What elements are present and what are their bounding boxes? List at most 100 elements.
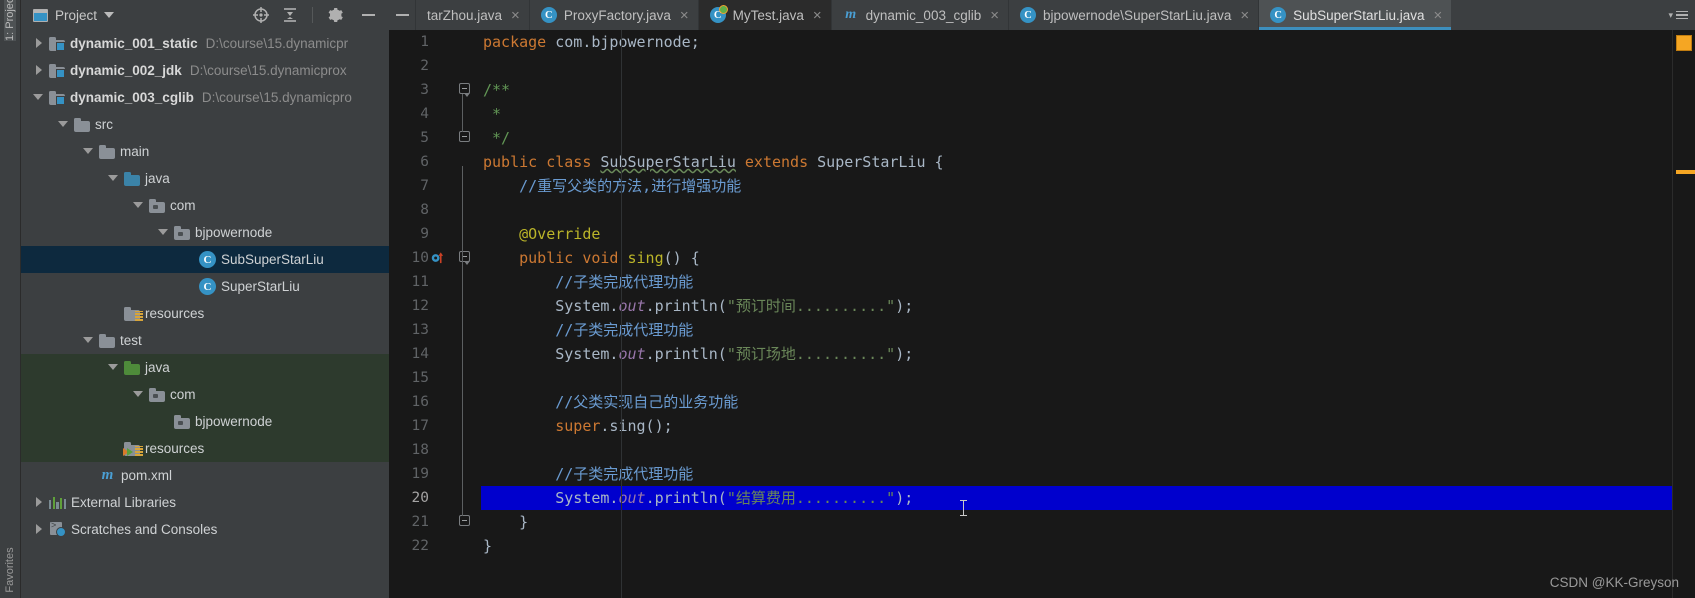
gutter-marker-area[interactable]	[431, 222, 453, 246]
code-folding-area[interactable]	[453, 30, 477, 54]
code-folding-area[interactable]	[453, 54, 477, 78]
code-line[interactable]: //父类实现自己的业务功能	[481, 390, 1672, 414]
gutter-marker-area[interactable]	[431, 30, 453, 54]
code-line[interactable]: System.out.println("结算费用..........");	[481, 486, 1672, 510]
code-folding-area[interactable]	[453, 534, 477, 558]
code-folding-area[interactable]	[453, 222, 477, 246]
gutter-line[interactable]: 21	[389, 510, 481, 534]
override-method-icon[interactable]	[431, 251, 444, 265]
code-line[interactable]: package com.bjpowernode;	[481, 30, 1672, 54]
tree-node-resources[interactable]: resources	[21, 435, 389, 462]
editor-tab-dynamic-003-cglib[interactable]: m dynamic_003_cglib ×	[830, 0, 1008, 30]
gutter-line[interactable]: 2	[389, 54, 481, 78]
tree-node-scratches-and-consoles[interactable]: Scratches and Consoles	[21, 516, 389, 543]
code-line[interactable]: System.out.println("预订时间..........");	[481, 294, 1672, 318]
code-folding-area[interactable]	[453, 486, 477, 510]
gutter-marker-area[interactable]	[431, 462, 453, 486]
editor-tab-proxyfactory-java[interactable]: C ProxyFactory.java ×	[528, 0, 698, 30]
code-line[interactable]: super.sing();	[481, 414, 1672, 438]
tree-twisty-open-icon[interactable]	[108, 172, 121, 185]
code-folding-area[interactable]	[453, 438, 477, 462]
gutter-marker-area[interactable]	[431, 534, 453, 558]
tab-list-button[interactable]: ▾	[1661, 0, 1695, 30]
gutter-marker-area[interactable]	[431, 246, 453, 270]
tree-node-java[interactable]: java	[21, 165, 389, 192]
gutter-marker-area[interactable]	[431, 342, 453, 366]
gutter-marker-area[interactable]	[431, 438, 453, 462]
project-panel-title-group[interactable]: Project	[33, 8, 252, 23]
gutter-marker-area[interactable]	[431, 414, 453, 438]
tree-node-dynamic-001-static[interactable]: dynamic_001_static D:\course\15.dynamicpr	[21, 30, 389, 57]
gutter-line[interactable]: 18	[389, 438, 481, 462]
gutter-line[interactable]: 12	[389, 294, 481, 318]
close-icon[interactable]: ×	[680, 8, 689, 23]
close-icon[interactable]: ×	[1433, 8, 1442, 23]
tree-node-test[interactable]: test	[21, 327, 389, 354]
code-folding-area[interactable]	[453, 390, 477, 414]
code-folding-area[interactable]	[453, 366, 477, 390]
editor-gutter[interactable]: 1 2 3 4 5 6 7 8 9 10 11 12 13 14 15 16 17 18 19 20 21 22	[389, 30, 481, 598]
tree-node-superstarliu[interactable]: C SuperStarLiu	[21, 273, 389, 300]
tree-twisty-closed-icon[interactable]	[33, 64, 46, 77]
close-icon[interactable]: ×	[511, 8, 520, 23]
gutter-line[interactable]: 6	[389, 150, 481, 174]
code-folding-area[interactable]	[453, 510, 477, 534]
code-line[interactable]: //子类完成代理功能	[481, 270, 1672, 294]
tree-twisty-open-icon[interactable]	[158, 226, 171, 239]
project-tree[interactable]: dynamic_001_static D:\course\15.dynamicpr…	[21, 30, 389, 598]
code-line[interactable]: //子类完成代理功能	[481, 318, 1672, 342]
gutter-marker-area[interactable]	[431, 318, 453, 342]
gutter-marker-area[interactable]	[431, 102, 453, 126]
tree-twisty-open-icon[interactable]	[108, 361, 121, 374]
code-line[interactable]: public void sing() {	[481, 246, 1672, 270]
code-line[interactable]: //子类完成代理功能	[481, 462, 1672, 486]
error-stripe-marker[interactable]	[1676, 170, 1695, 174]
gutter-line[interactable]: 9	[389, 222, 481, 246]
code-folding-area[interactable]	[453, 102, 477, 126]
tree-node-com[interactable]: com	[21, 381, 389, 408]
tree-twisty-open-icon[interactable]	[83, 334, 96, 347]
collapse-all-icon[interactable]	[281, 6, 299, 24]
inspection-status-badge[interactable]	[1676, 35, 1692, 51]
tree-twisty-open-icon[interactable]	[133, 199, 146, 212]
code-folding-area[interactable]	[453, 318, 477, 342]
code-folding-area[interactable]	[453, 78, 477, 102]
hide-panel-icon[interactable]	[355, 14, 381, 16]
code-folding-area[interactable]	[453, 246, 477, 270]
gutter-line[interactable]: 19	[389, 462, 481, 486]
code-line[interactable]: //重写父类的方法,进行增强功能	[481, 174, 1672, 198]
code-folding-area[interactable]	[453, 414, 477, 438]
tree-node-resources[interactable]: resources	[21, 300, 389, 327]
gutter-line[interactable]: 14	[389, 342, 481, 366]
fold-end-icon[interactable]	[459, 131, 470, 142]
tree-node-main[interactable]: main	[21, 138, 389, 165]
gutter-marker-area[interactable]	[431, 486, 453, 510]
code-line[interactable]	[481, 54, 1672, 78]
code-folding-area[interactable]	[453, 150, 477, 174]
tree-node-pom-xml[interactable]: m pom.xml	[21, 462, 389, 489]
gutter-line[interactable]: 11	[389, 270, 481, 294]
gutter-marker-area[interactable]	[431, 174, 453, 198]
code-line[interactable]: }	[481, 534, 1672, 558]
gutter-marker-area[interactable]	[431, 510, 453, 534]
tree-node-subsuperstarliu[interactable]: C SubSuperStarLiu	[21, 246, 389, 273]
gutter-line[interactable]: 17	[389, 414, 481, 438]
code-line[interactable]: @Override	[481, 222, 1672, 246]
editor-tab-subsuperstarliu-java[interactable]: C SubSuperStarLiu.java ×	[1258, 0, 1452, 30]
gear-icon[interactable]	[326, 6, 344, 24]
code-line[interactable]: /**	[481, 78, 1672, 102]
code-line[interactable]: *	[481, 102, 1672, 126]
code-line[interactable]	[481, 366, 1672, 390]
gutter-line[interactable]: 3	[389, 78, 481, 102]
code-folding-area[interactable]	[453, 342, 477, 366]
gutter-marker-area[interactable]	[431, 150, 453, 174]
tab-list-icon[interactable]	[1676, 10, 1688, 20]
tree-twisty-open-icon[interactable]	[133, 388, 146, 401]
editor-tab-bjpowernode-superstarliu-java[interactable]: Cbjpowernode\SuperStarLiu.java ×	[1008, 0, 1258, 30]
gutter-line[interactable]: 20	[389, 486, 481, 510]
gutter-marker-area[interactable]	[431, 366, 453, 390]
code-folding-area[interactable]	[453, 174, 477, 198]
close-icon[interactable]: ×	[1240, 8, 1249, 23]
gutter-marker-area[interactable]	[431, 198, 453, 222]
tree-twisty-open-icon[interactable]	[83, 145, 96, 158]
